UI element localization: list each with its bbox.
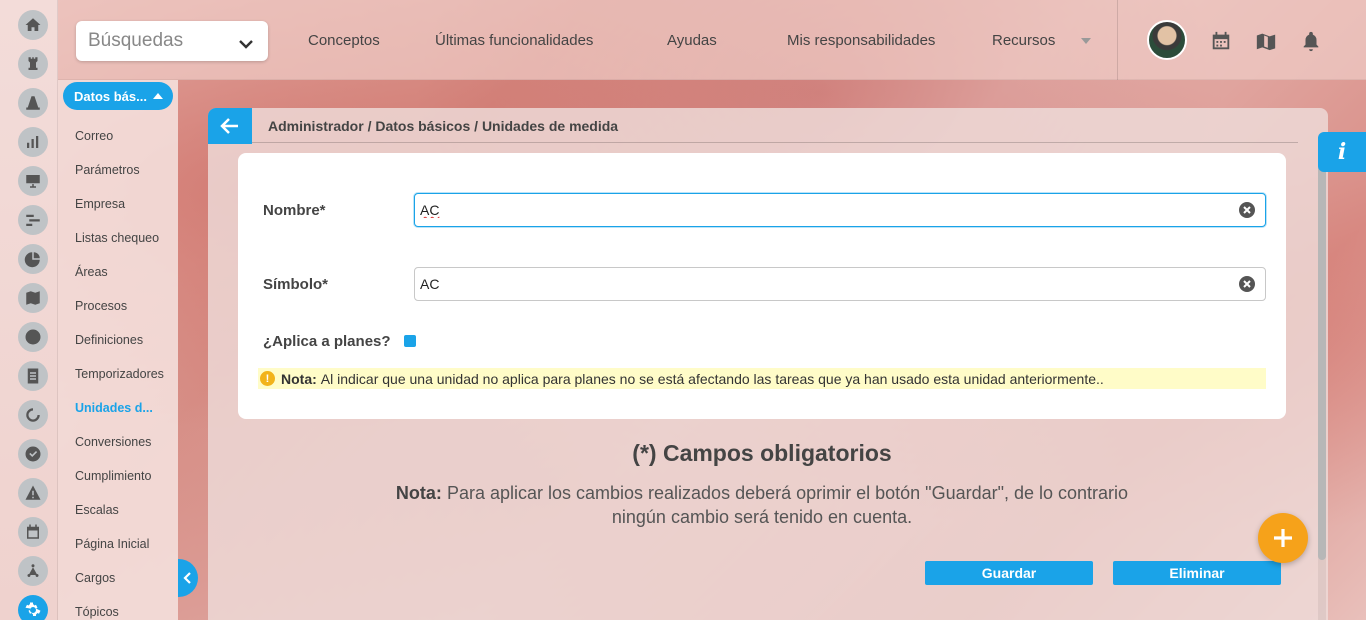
sidebar-item-topicos[interactable]: Tópicos — [75, 605, 119, 619]
map-icon[interactable] — [18, 283, 48, 313]
cycle-icon[interactable] — [18, 400, 48, 430]
presentation-icon[interactable] — [18, 166, 48, 196]
top-bar: Búsquedas Conceptos Últimas funcionalida… — [58, 0, 1366, 80]
breadcrumb-divider — [252, 142, 1298, 143]
check-circle-icon[interactable] — [18, 439, 48, 469]
bell-icon[interactable] — [1300, 30, 1322, 52]
home-icon[interactable] — [18, 10, 48, 40]
plus-icon — [1274, 529, 1292, 547]
save-note-label: Nota: — [395, 483, 442, 503]
chevron-down-icon — [238, 34, 254, 56]
network-icon[interactable] — [18, 556, 48, 586]
delete-button[interactable]: Eliminar — [1113, 561, 1281, 585]
save-note: Nota: Para aplicar los cambios realizado… — [368, 481, 1156, 529]
warning-icon[interactable] — [18, 478, 48, 508]
arrow-left-icon — [220, 118, 238, 134]
calendar-icon[interactable] — [1210, 30, 1232, 52]
search-select[interactable]: Búsquedas — [76, 21, 268, 61]
map-icon[interactable] — [1255, 30, 1277, 52]
required-fields-title: (*) Campos obligatorios — [632, 440, 892, 466]
add-button[interactable] — [1258, 513, 1308, 563]
nav-mis-responsabilidades[interactable]: Mis responsabilidades — [787, 32, 935, 49]
bar-chart-icon[interactable] — [18, 127, 48, 157]
sidebar-item-areas[interactable]: Áreas — [75, 265, 108, 279]
form-card: Nombre* Símbolo* ¿Aplica a planes? ! Not… — [238, 153, 1286, 419]
sidebar-item-cargos[interactable]: Cargos — [75, 571, 115, 585]
sidebar-item-conversiones[interactable]: Conversiones — [75, 435, 151, 449]
save-note-text: Para aplicar los cambios realizados debe… — [446, 483, 1129, 527]
sidebar-item-parametros[interactable]: Parámetros — [75, 163, 140, 177]
info-button[interactable]: i — [1318, 132, 1366, 172]
sidebar-item-correo[interactable]: Correo — [75, 129, 113, 143]
caret-up-icon — [152, 93, 163, 99]
simbolo-input[interactable] — [414, 267, 1266, 301]
nav-conceptos[interactable]: Conceptos — [308, 32, 380, 49]
gantt-icon[interactable] — [18, 205, 48, 235]
sidebar: Datos bás... Correo Parámetros Empresa L… — [58, 80, 178, 620]
nombre-input[interactable] — [414, 193, 1266, 227]
sidebar-item-cumplimiento[interactable]: Cumplimiento — [75, 469, 151, 483]
sidebar-item-escalas[interactable]: Escalas — [75, 503, 119, 517]
main-panel: Administrador / Datos básicos / Unidades… — [208, 108, 1328, 620]
icon-rail — [0, 0, 58, 620]
warning-icon: ! — [260, 371, 275, 386]
document-icon[interactable] — [18, 361, 48, 391]
nav-ultimas-funcionalidades[interactable]: Últimas funcionalidades — [435, 32, 593, 49]
caret-down-icon[interactable] — [1081, 38, 1091, 44]
gear-icon[interactable] — [18, 595, 48, 620]
avatar[interactable] — [1147, 20, 1187, 60]
nav-recursos[interactable]: Recursos — [992, 32, 1055, 49]
calendar-icon[interactable] — [18, 517, 48, 547]
note-bar: ! Nota: Al indicar que una unidad no apl… — [258, 368, 1266, 389]
nav-ayudas[interactable]: Ayudas — [667, 32, 717, 49]
cone-icon[interactable] — [18, 88, 48, 118]
note-label: Nota: — [281, 370, 317, 387]
topbar-divider — [1117, 0, 1118, 80]
sidebar-item-procesos[interactable]: Procesos — [75, 299, 127, 313]
sidebar-item-unidades[interactable]: Unidades d... — [75, 401, 153, 415]
sidebar-section-label: Datos bás... — [74, 88, 147, 104]
back-button[interactable] — [208, 108, 252, 144]
nombre-clear-icon[interactable] — [1239, 202, 1255, 218]
chess-rook-icon[interactable] — [18, 49, 48, 79]
search-select-label: Búsquedas — [88, 30, 184, 51]
aplica-planes-label: ¿Aplica a planes? — [263, 333, 391, 350]
simbolo-clear-icon[interactable] — [1239, 276, 1255, 292]
save-button[interactable]: Guardar — [925, 561, 1093, 585]
clock-icon[interactable] — [18, 322, 48, 352]
note-text: Al indicar que una unidad no aplica para… — [320, 370, 1104, 387]
aplica-planes-checkbox[interactable] — [404, 335, 416, 347]
breadcrumb: Administrador / Datos básicos / Unidades… — [268, 118, 619, 134]
simbolo-label: Símbolo* — [263, 276, 329, 293]
sidebar-item-temporizadores[interactable]: Temporizadores — [75, 367, 164, 381]
pie-chart-icon[interactable] — [18, 244, 48, 274]
sidebar-item-empresa[interactable]: Empresa — [75, 197, 125, 211]
sidebar-section-toggle[interactable]: Datos bás... — [63, 82, 173, 110]
scrollbar-thumb[interactable] — [1318, 148, 1326, 560]
sidebar-item-listas-chequeo[interactable]: Listas chequeo — [75, 231, 159, 245]
chevron-left-icon — [183, 572, 191, 584]
sidebar-item-definiciones[interactable]: Definiciones — [75, 333, 143, 347]
sidebar-item-pagina-inicial[interactable]: Página Inicial — [75, 537, 149, 551]
nombre-label: Nombre* — [263, 202, 326, 219]
